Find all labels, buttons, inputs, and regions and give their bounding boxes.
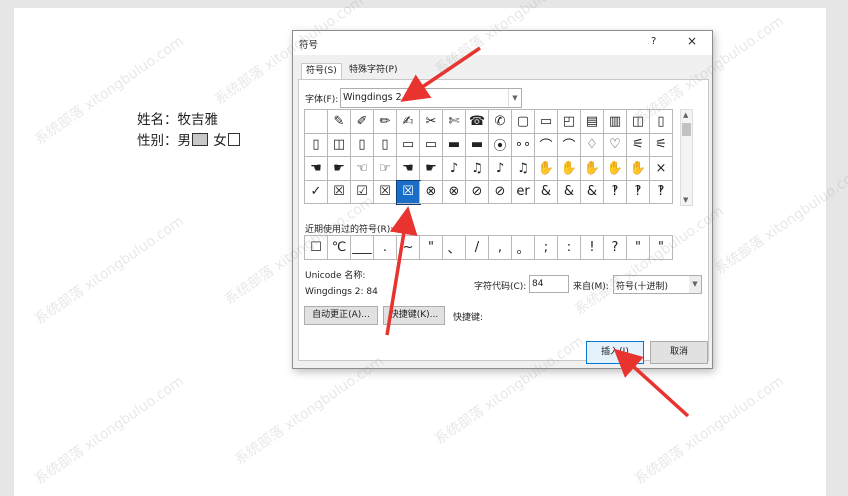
arrow-to-insert-button bbox=[613, 348, 690, 418]
arrow-to-font-select bbox=[400, 46, 481, 102]
annotation-arrows bbox=[385, 46, 690, 418]
arrow-to-selected-symbol bbox=[385, 206, 418, 336]
